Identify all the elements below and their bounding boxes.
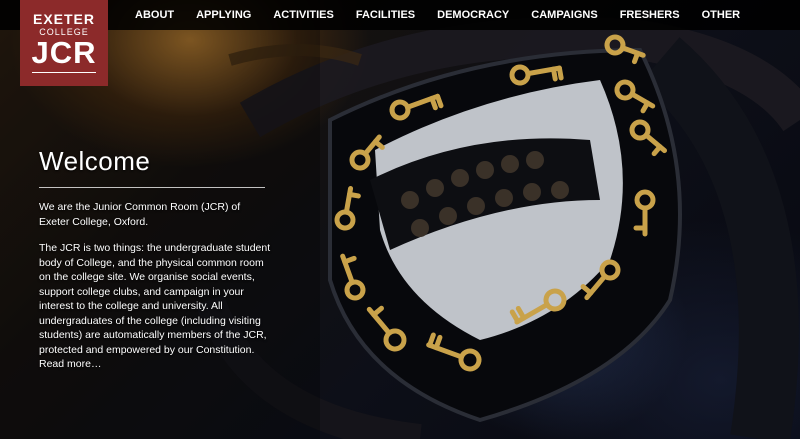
logo-line-jcr: JCR xyxy=(31,35,97,70)
title-divider xyxy=(39,187,265,188)
intro-text: We are the Junior Common Room (JCR) of E… xyxy=(39,201,241,228)
logo-underline xyxy=(32,72,96,73)
nav-item-campaigns[interactable]: CAMPAIGNS xyxy=(531,0,597,30)
nav-item-freshers[interactable]: FRESHERS xyxy=(620,0,680,30)
welcome-panel: Welcome We are the Junior Common Room (J… xyxy=(39,144,271,372)
body-paragraph: The JCR is two things: the undergraduate… xyxy=(39,241,271,372)
nav-item-applying[interactable]: APPLYING xyxy=(196,0,251,30)
nav-item-democracy[interactable]: DEMOCRACY xyxy=(437,0,509,30)
nav-item-activities[interactable]: ACTIVITIES xyxy=(273,0,334,30)
nav-item-other[interactable]: OTHER xyxy=(702,0,741,30)
page-title: Welcome xyxy=(39,146,151,176)
body-text: The JCR is two things: the undergraduate… xyxy=(39,242,271,356)
nav-item-about[interactable]: ABOUT xyxy=(135,0,174,30)
nav-item-facilities[interactable]: FACILITIES xyxy=(356,0,415,30)
read-more-link[interactable]: Read more… xyxy=(39,358,101,370)
site-logo[interactable]: EXETER COLLEGE JCR xyxy=(20,0,108,86)
logo-line-exeter: EXETER xyxy=(32,11,95,27)
main-menu: ABOUT APPLYING ACTIVITIES FACILITIES DEM… xyxy=(135,0,762,30)
top-navbar: ABOUT APPLYING ACTIVITIES FACILITIES DEM… xyxy=(0,0,800,30)
